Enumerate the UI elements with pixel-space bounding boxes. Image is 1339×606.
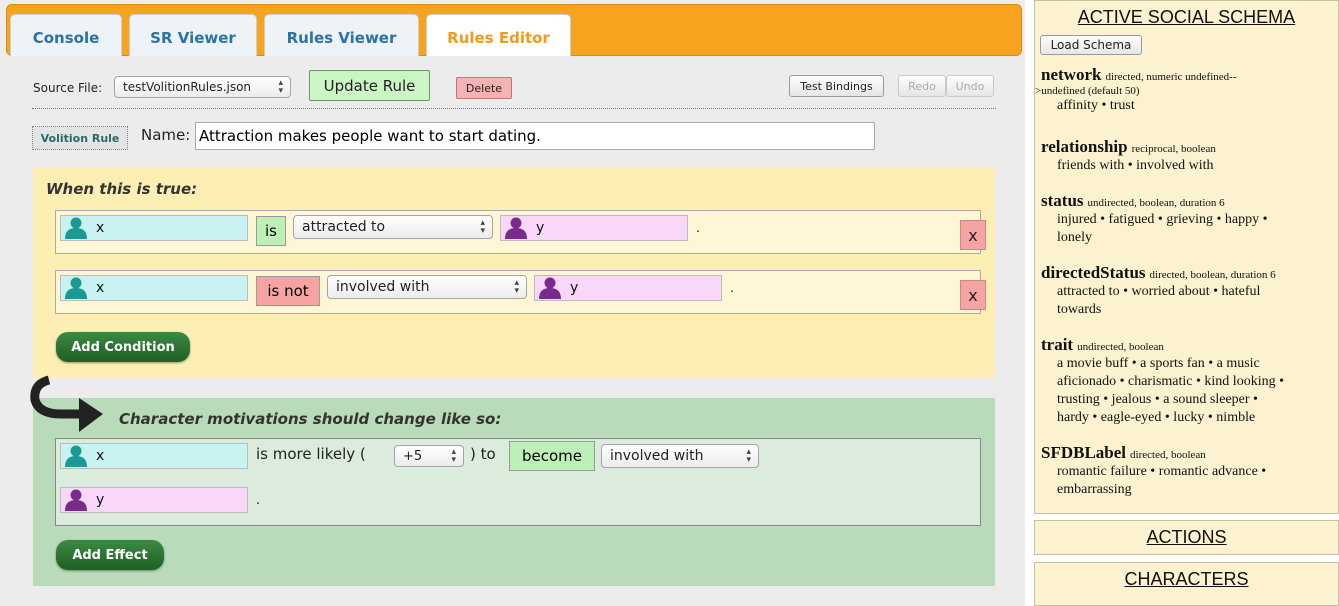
- effect-row: x is more likely ( +5 ▴ ▾ ) to become inv…: [55, 438, 981, 526]
- source-file-label: Source File:: [33, 81, 103, 95]
- effect-first-character[interactable]: x: [60, 443, 248, 469]
- select-arrows-icon: ▴ ▾: [480, 218, 485, 236]
- characters-panel[interactable]: CHARACTERS: [1034, 562, 1339, 606]
- add-condition-button[interactable]: Add Condition: [56, 332, 190, 362]
- rule-name-input[interactable]: Attraction makes people want to start da…: [195, 122, 875, 150]
- person-icon: [65, 445, 87, 467]
- source-file-select[interactable]: testVolitionRules.json ▴ ▾: [114, 76, 291, 98]
- person-icon: [505, 217, 527, 239]
- sentence-period: .: [696, 221, 701, 236]
- predicate-value: involved with: [336, 279, 430, 295]
- schema-category-sfdblabel: SFDBLabel directed, boolean romantic fai…: [1041, 443, 1267, 497]
- schema-category-trait: trait undirected, boolean a movie buff •…: [1041, 335, 1284, 425]
- social-schema-panel: ACTIVE SOCIAL SCHEMA Load Schema network…: [1034, 0, 1339, 514]
- conditions-block: When this is true: x is attracted to ▴ ▾ …: [33, 168, 995, 378]
- schema-category-directed-status: directedStatus directed, boolean, durati…: [1041, 263, 1276, 317]
- character-name: x: [96, 220, 105, 236]
- person-icon: [65, 217, 87, 239]
- character-name: y: [96, 492, 105, 508]
- condition-row: x is attracted to ▴ ▾ y .: [55, 210, 981, 254]
- tab-console[interactable]: Console: [10, 14, 122, 60]
- rules-editor-panel: Console SR Viewer Rules Viewer Rules Edi…: [0, 0, 1025, 606]
- schema-category-network: network directed, numeric undefined-- >u…: [1035, 65, 1237, 113]
- character-name: y: [536, 220, 545, 236]
- tab-sr-viewer[interactable]: SR Viewer: [129, 14, 257, 60]
- update-rule-button[interactable]: Update Rule: [309, 70, 430, 101]
- remove-condition-button[interactable]: x: [960, 220, 986, 250]
- select-arrows-icon: ▴ ▾: [278, 78, 283, 96]
- condition-second-character[interactable]: y: [534, 275, 722, 301]
- effect-second-character[interactable]: y: [60, 487, 248, 513]
- schema-category-status: status undirected, boolean, duration 6 i…: [1041, 191, 1268, 245]
- select-arrows-icon: ▴ ▾: [451, 447, 456, 465]
- effect-verb-toggle[interactable]: become: [509, 441, 595, 471]
- character-name: y: [570, 280, 579, 296]
- curved-arrow-icon: [30, 375, 103, 432]
- add-effect-button[interactable]: Add Effect: [56, 540, 164, 570]
- toolbar-divider: [32, 108, 996, 109]
- predicate-value: involved with: [610, 448, 704, 464]
- delete-button[interactable]: Delete: [456, 77, 512, 99]
- schema-title: ACTIVE SOCIAL SCHEMA: [1077, 7, 1296, 27]
- tab-bar: Console SR Viewer Rules Viewer Rules Edi…: [6, 4, 1022, 60]
- name-label: Name:: [141, 126, 191, 144]
- actions-panel[interactable]: ACTIONS: [1034, 520, 1339, 555]
- test-bindings-button[interactable]: Test Bindings: [789, 75, 884, 97]
- character-name: x: [96, 280, 105, 296]
- select-arrows-icon: ▴ ▾: [746, 447, 751, 465]
- weight-select[interactable]: +5 ▴ ▾: [394, 445, 464, 467]
- sentence-period: .: [730, 281, 735, 296]
- sentence-period: .: [256, 493, 261, 508]
- effects-header: Character motivations should change like…: [119, 410, 502, 428]
- tab-rules-editor[interactable]: Rules Editor: [426, 14, 571, 60]
- characters-title: CHARACTERS: [1124, 569, 1249, 589]
- effects-block: Character motivations should change like…: [33, 398, 995, 586]
- condition-first-character[interactable]: x: [60, 275, 248, 301]
- condition-first-character[interactable]: x: [60, 215, 248, 241]
- conditions-header: When this is true:: [46, 180, 198, 198]
- tab-rules-viewer[interactable]: Rules Viewer: [264, 14, 419, 60]
- editor-content: Source File: testVolitionRules.json ▴ ▾ U…: [0, 56, 1025, 606]
- select-arrows-icon: ▴ ▾: [514, 278, 519, 296]
- weight-value: +5: [403, 448, 423, 464]
- condition-predicate-select[interactable]: attracted to ▴ ▾: [293, 215, 493, 239]
- character-name: x: [96, 448, 105, 464]
- sidebar: ACTIVE SOCIAL SCHEMA Load Schema network…: [1034, 0, 1339, 606]
- person-icon: [65, 277, 87, 299]
- condition-row: x is not involved with ▴ ▾ y .: [55, 270, 981, 314]
- predicate-value: attracted to: [302, 219, 386, 235]
- rule-type-badge: Volition Rule: [32, 126, 128, 150]
- schema-category-relationship: relationship reciprocal, boolean friends…: [1041, 137, 1216, 173]
- undo-button[interactable]: Undo: [946, 75, 994, 97]
- redo-button[interactable]: Redo: [898, 75, 946, 97]
- effect-predicate-select[interactable]: involved with ▴ ▾: [601, 444, 759, 468]
- likely-prefix: is more likely (: [256, 445, 366, 463]
- load-schema-button[interactable]: Load Schema: [1040, 35, 1142, 55]
- condition-verb-toggle[interactable]: is: [256, 216, 286, 246]
- condition-second-character[interactable]: y: [500, 215, 688, 241]
- person-icon: [65, 489, 87, 511]
- source-file-value: testVolitionRules.json: [123, 80, 252, 94]
- condition-predicate-select[interactable]: involved with ▴ ▾: [327, 275, 527, 299]
- person-icon: [539, 277, 561, 299]
- remove-condition-button[interactable]: x: [960, 280, 986, 310]
- actions-title: ACTIONS: [1146, 527, 1227, 547]
- likely-suffix: ) to: [470, 445, 496, 463]
- condition-verb-toggle[interactable]: is not: [256, 276, 320, 306]
